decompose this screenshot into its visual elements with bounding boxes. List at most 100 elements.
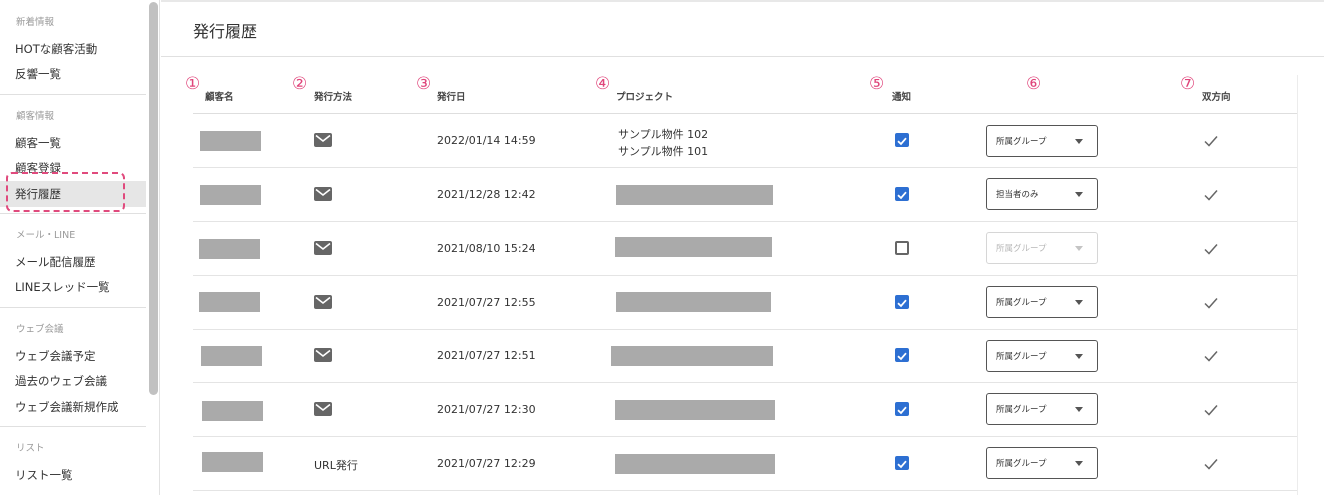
chevron-down-icon <box>1075 192 1083 197</box>
project-name-redacted <box>615 237 772 257</box>
notify-checkbox[interactable] <box>895 348 909 362</box>
column-number-3: ③ <box>416 74 432 94</box>
sidebar-header-mail-line: メール・LINE <box>16 230 76 241</box>
group-select[interactable]: 所属グループ <box>986 125 1098 157</box>
group-select[interactable]: 担当者のみ <box>986 178 1098 210</box>
issue-date: 2021/07/27 12:51 <box>437 349 536 362</box>
project-name: サンプル物件 102 <box>618 128 709 141</box>
sidebar-header-web-meeting: ウェブ会議 <box>16 324 64 335</box>
issue-date: 2021/07/27 12:55 <box>437 296 536 309</box>
sidebar-header-news: 新着情報 <box>16 17 55 28</box>
sidebar-item-list[interactable]: リスト一覧 <box>0 462 146 488</box>
sidebar-item-line-threads[interactable]: LINEスレッド一覧 <box>0 274 146 300</box>
checkbox-check-icon <box>897 406 907 415</box>
sidebar-item-meeting-schedule[interactable]: ウェブ会議予定 <box>0 343 146 369</box>
chevron-down-icon <box>1075 354 1083 359</box>
column-number-2: ② <box>292 74 308 94</box>
table-row[interactable]: 2022/01/14 14:59 サンプル物件 102 サンプル物件 101 所… <box>193 114 1297 168</box>
sidebar-item-customer-list[interactable]: 顧客一覧 <box>0 130 146 156</box>
group-select-value: 所属グループ <box>996 298 1047 308</box>
column-header-project: プロジェクト <box>616 92 674 103</box>
group-select[interactable]: 所属グループ <box>986 340 1098 372</box>
customer-name-redacted <box>201 346 262 366</box>
customer-name-redacted <box>199 292 260 312</box>
chevron-down-icon <box>1075 139 1083 144</box>
top-edge <box>161 0 1324 2</box>
checkbox-check-icon <box>897 299 907 308</box>
group-select[interactable]: 所属グループ <box>986 393 1098 425</box>
table-row[interactable]: URL発行 2021/07/27 12:29 所属グループ <box>193 437 1297 491</box>
row-divider <box>193 490 1297 491</box>
issue-date: 2021/08/10 15:24 <box>437 242 536 255</box>
check-icon <box>1204 459 1218 470</box>
sidebar-item-customer-register[interactable]: 顧客登録 <box>0 155 146 181</box>
sidebar-item-new-meeting[interactable]: ウェブ会議新規作成 <box>0 394 146 420</box>
mail-icon <box>314 295 332 309</box>
notify-checkbox[interactable] <box>895 402 909 416</box>
group-select[interactable]: 所属グループ <box>986 232 1098 264</box>
issue-date: 2021/12/28 12:42 <box>437 188 536 201</box>
checkbox-check-icon <box>897 352 907 361</box>
check-icon <box>1204 244 1218 255</box>
check-icon <box>1204 298 1218 309</box>
notify-checkbox[interactable] <box>895 241 909 255</box>
group-select-value: 所属グループ <box>996 244 1047 254</box>
sidebar-divider <box>0 307 146 308</box>
project-name-redacted <box>615 400 775 420</box>
notify-checkbox[interactable] <box>895 133 909 147</box>
column-number-4: ④ <box>595 74 611 94</box>
sidebar-divider <box>0 213 146 214</box>
customer-name-redacted <box>200 185 261 205</box>
checkbox-check-icon <box>897 460 907 469</box>
mail-icon <box>314 133 332 147</box>
group-select[interactable]: 所属グループ <box>986 447 1098 479</box>
sidebar-item-issue-history[interactable]: 発行履歴 <box>0 181 146 207</box>
group-select[interactable]: 所属グループ <box>986 286 1098 318</box>
sidebar-scrollbar[interactable] <box>149 2 158 395</box>
issue-date: 2021/07/27 12:29 <box>437 457 536 470</box>
customer-name-redacted <box>200 131 261 151</box>
project-name-redacted <box>615 454 775 474</box>
check-icon <box>1204 136 1218 147</box>
check-icon <box>1204 190 1218 201</box>
notify-checkbox[interactable] <box>895 187 909 201</box>
group-select-value: 所属グループ <box>996 405 1047 415</box>
sidebar-item-hot-activity[interactable]: HOTな顧客活動 <box>0 36 146 62</box>
customer-name-redacted <box>199 239 260 259</box>
sidebar-item-past-meetings[interactable]: 過去のウェブ会議 <box>0 368 146 394</box>
issue-method-text: URL発行 <box>314 459 358 472</box>
column-header-bidirectional: 双方向 <box>1202 92 1231 103</box>
chevron-down-icon <box>1075 246 1083 251</box>
sidebar-item-mail-history[interactable]: メール配信履歴 <box>0 249 146 275</box>
check-icon <box>1204 405 1218 416</box>
table-row[interactable]: 2021/07/27 12:51 所属グループ <box>193 329 1297 383</box>
table-row[interactable]: 2021/07/27 12:30 所属グループ <box>193 383 1297 437</box>
page-title: 発行履歴 <box>193 22 258 41</box>
column-number-6: ⑥ <box>1026 74 1042 94</box>
column-header-issue-method: 発行方法 <box>314 92 353 103</box>
table-row[interactable]: 2021/08/10 15:24 所属グループ <box>193 222 1297 276</box>
notify-checkbox[interactable] <box>895 295 909 309</box>
mail-icon <box>314 348 332 362</box>
issue-date: 2021/07/27 12:30 <box>437 403 536 416</box>
issue-date: 2022/01/14 14:59 <box>437 134 536 147</box>
table-row[interactable]: 2021/12/28 12:42 担当者のみ <box>193 168 1297 222</box>
table-row[interactable]: 2021/07/27 12:55 所属グループ <box>193 276 1297 330</box>
notify-checkbox[interactable] <box>895 456 909 470</box>
sidebar-divider <box>0 426 146 427</box>
project-name-redacted <box>616 292 771 312</box>
group-select-value: 担当者のみ <box>996 190 1039 200</box>
customer-name-redacted <box>202 401 263 421</box>
card-edge <box>1297 75 1298 495</box>
customer-name-redacted <box>202 452 263 472</box>
project-name-redacted <box>616 185 773 205</box>
column-number-7: ⑦ <box>1180 74 1196 94</box>
mail-icon <box>314 402 332 416</box>
column-number-1: ① <box>185 74 201 94</box>
column-header-issue-date: 発行日 <box>437 92 466 103</box>
sidebar: 新着情報 HOTな顧客活動 反響一覧 顧客情報 顧客一覧 顧客登録 発行履歴 メ… <box>0 0 160 495</box>
title-divider <box>161 56 1324 57</box>
column-number-5: ⑤ <box>869 74 885 94</box>
sidebar-item-responses[interactable]: 反響一覧 <box>0 61 146 87</box>
column-header-notification: 通知 <box>892 92 912 103</box>
